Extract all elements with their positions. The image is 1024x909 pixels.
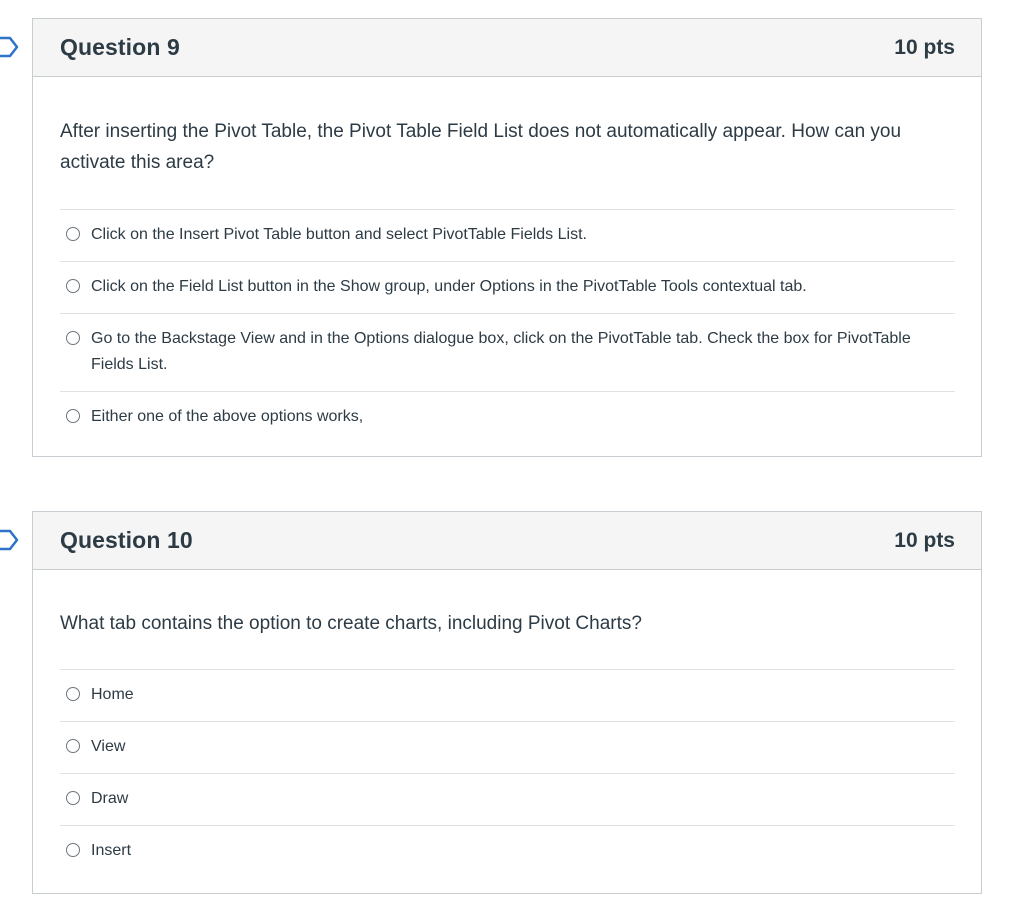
answer-label: Home: [91, 686, 134, 703]
question-10-body: What tab contains the option to create c…: [33, 570, 981, 877]
answer-option[interactable]: Go to the Backstage View and in the Opti…: [60, 314, 955, 392]
radio-unchecked-icon[interactable]: [66, 279, 80, 293]
question-10-points: 10 pts: [894, 528, 955, 552]
question-9-body: After inserting the Pivot Table, the Piv…: [33, 77, 981, 443]
answer-option[interactable]: Insert: [60, 826, 955, 877]
flag-question-9-icon[interactable]: [0, 36, 20, 58]
radio-unchecked-icon[interactable]: [66, 227, 80, 241]
answer-label: Go to the Backstage View and in the Opti…: [91, 330, 911, 373]
answer-label: Insert: [91, 842, 132, 859]
question-10-text: What tab contains the option to create c…: [60, 613, 642, 634]
answer-label: Click on the Field List button in the Sh…: [91, 278, 807, 295]
radio-unchecked-icon[interactable]: [66, 331, 80, 345]
radio-unchecked-icon[interactable]: [66, 791, 80, 805]
flag-question-10-icon[interactable]: [0, 529, 20, 551]
question-10-answers: Home View Draw Insert: [60, 669, 955, 877]
question-9-points: 10 pts: [894, 35, 955, 59]
question-9-card: Question 9 10 pts After inserting the Pi…: [32, 18, 982, 457]
answer-option[interactable]: Click on the Field List button in the Sh…: [60, 262, 955, 314]
radio-unchecked-icon[interactable]: [66, 739, 80, 753]
answer-label: Click on the Insert Pivot Table button a…: [91, 226, 587, 243]
answer-label: Either one of the above options works,: [91, 408, 364, 425]
radio-unchecked-icon[interactable]: [66, 843, 80, 857]
question-9-title: Question 9: [60, 34, 180, 60]
answer-option[interactable]: Draw: [60, 774, 955, 826]
answer-label: Draw: [91, 790, 129, 807]
question-10-header: Question 10 10 pts: [33, 512, 981, 570]
question-10-card: Question 10 10 pts What tab contains the…: [32, 511, 982, 894]
question-9-answers: Click on the Insert Pivot Table button a…: [60, 209, 955, 443]
answer-label: View: [91, 738, 126, 755]
answer-option[interactable]: Either one of the above options works,: [60, 392, 955, 443]
answer-option[interactable]: Click on the Insert Pivot Table button a…: [60, 210, 955, 262]
answer-option[interactable]: Home: [60, 670, 955, 722]
question-9-text: After inserting the Pivot Table, the Piv…: [60, 121, 902, 173]
answer-option[interactable]: View: [60, 722, 955, 774]
radio-unchecked-icon[interactable]: [66, 409, 80, 423]
question-9-header: Question 9 10 pts: [33, 19, 981, 77]
radio-unchecked-icon[interactable]: [66, 687, 80, 701]
question-10-title: Question 10: [60, 527, 193, 553]
